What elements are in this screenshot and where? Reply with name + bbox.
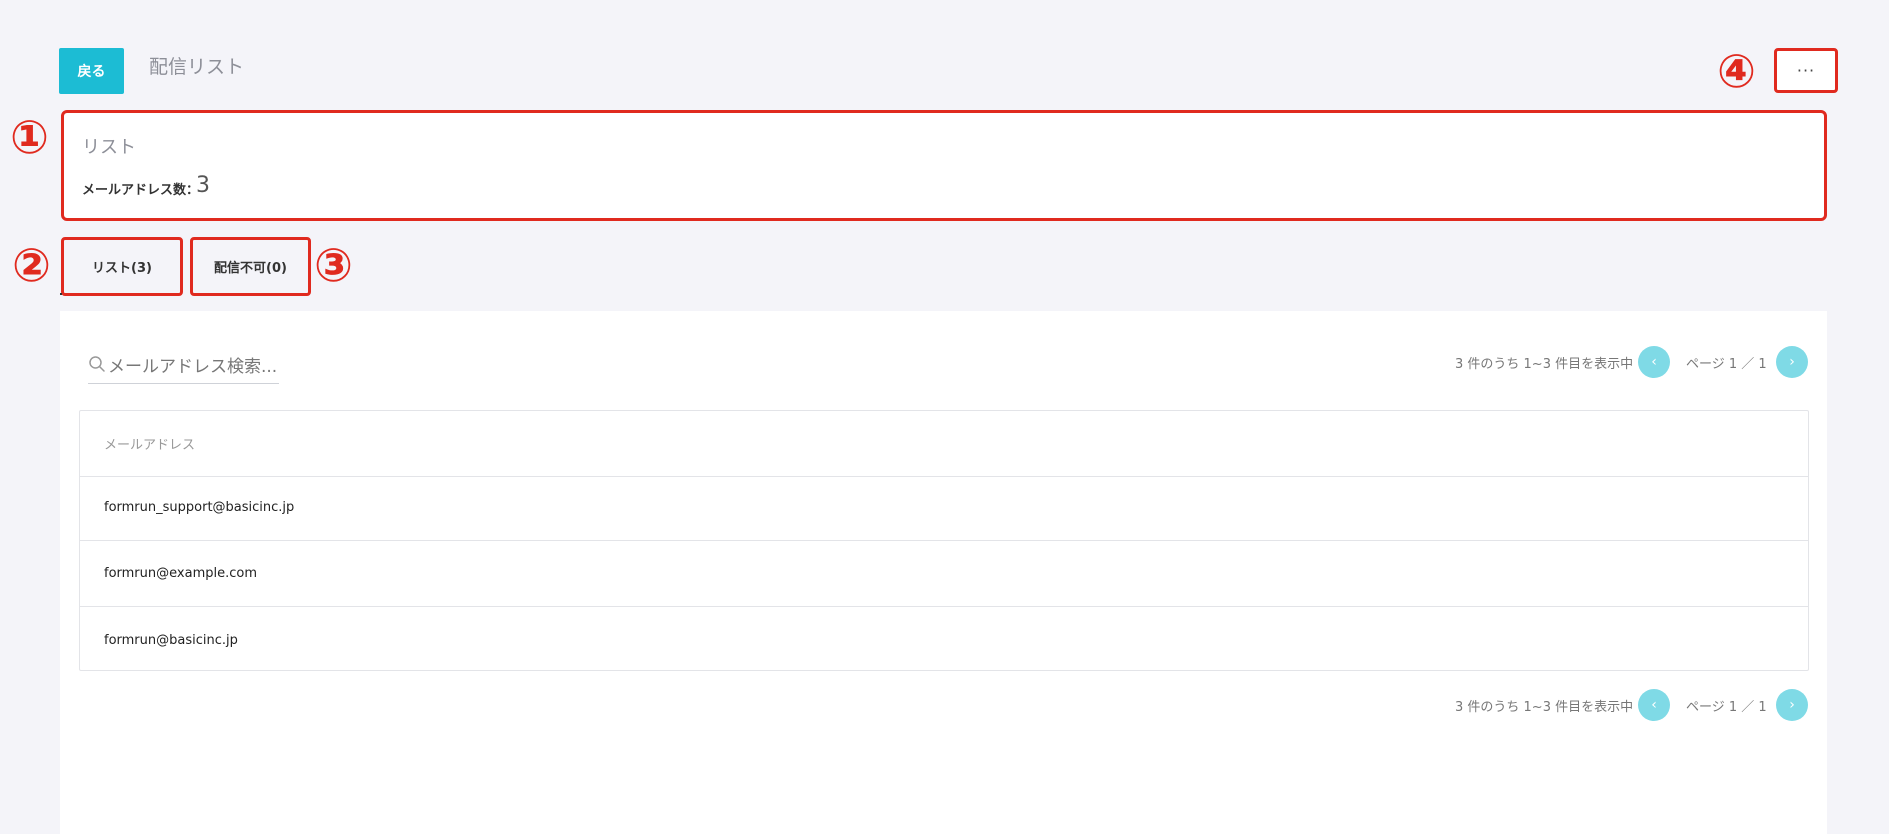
page-indicator-top: ページ 1 ／ 1 <box>1686 357 1767 372</box>
pager-summary-bottom: 3 件のうち 1~3 件目を表示中 <box>1455 700 1634 715</box>
next-page-button-bottom[interactable]: › <box>1776 689 1808 721</box>
chevron-right-icon: › <box>1789 697 1795 713</box>
search-input[interactable]: メールアドレス検索... <box>88 347 279 384</box>
list-info-box: リスト メールアドレス数： 3 <box>61 110 1827 221</box>
tab-undeliverable-label: 配信不可(0) <box>214 261 287 276</box>
pager-summary-top: 3 件のうち 1~3 件目を表示中 <box>1455 357 1634 372</box>
tab-undeliverable[interactable]: 配信不可(0) <box>190 237 311 296</box>
annotation-marker-4: ④ <box>1717 44 1756 98</box>
back-button[interactable]: 戻る <box>59 48 124 94</box>
list-name: リスト <box>82 137 136 158</box>
email-count-label: メールアドレス数： <box>82 183 200 198</box>
page-title: 配信リスト <box>149 56 245 78</box>
annotation-marker-3: ③ <box>314 238 353 292</box>
more-icon: ··· <box>1796 61 1816 80</box>
chevron-left-icon: ‹ <box>1651 354 1657 370</box>
table-row[interactable]: formrun@basicinc.jp <box>80 607 1808 673</box>
chevron-left-icon: ‹ <box>1651 697 1657 713</box>
table-row[interactable]: formrun_support@basicinc.jp <box>80 475 1808 541</box>
search-placeholder: メールアドレス検索... <box>108 357 278 377</box>
annotation-marker-1: ① <box>10 110 49 164</box>
email-count-value: 3 <box>196 173 210 198</box>
email-table: メールアドレス formrun_support@basicinc.jp form… <box>79 410 1809 671</box>
search-icon <box>89 356 105 372</box>
table-row[interactable]: formrun@example.com <box>80 541 1808 607</box>
more-options-button[interactable]: ··· <box>1774 48 1838 93</box>
annotation-marker-2: ② <box>12 238 51 292</box>
next-page-button-top[interactable]: › <box>1776 346 1808 378</box>
active-tab-indicator <box>60 293 62 295</box>
chevron-right-icon: › <box>1789 354 1795 370</box>
table-header: メールアドレス <box>80 411 1808 477</box>
prev-page-button-bottom[interactable]: ‹ <box>1638 689 1670 721</box>
page-indicator-bottom: ページ 1 ／ 1 <box>1686 700 1767 715</box>
tab-list-label: リスト(3) <box>92 261 152 276</box>
tab-list[interactable]: リスト(3) <box>61 237 183 296</box>
prev-page-button-top[interactable]: ‹ <box>1638 346 1670 378</box>
